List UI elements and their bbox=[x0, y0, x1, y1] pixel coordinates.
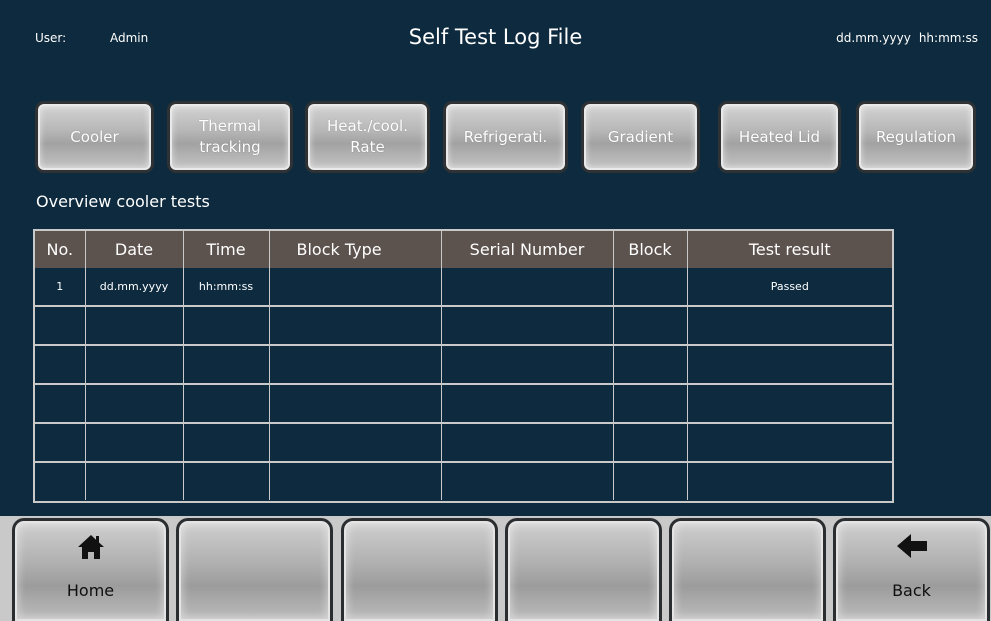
cell-block bbox=[612, 268, 687, 306]
cell-block-type bbox=[268, 461, 441, 500]
cell-block-type bbox=[268, 422, 441, 462]
arrow-left-icon bbox=[836, 533, 987, 561]
blank-button-4[interactable] bbox=[669, 518, 826, 621]
tab-heat-cool-rate[interactable]: Heat./cool. Rate bbox=[305, 101, 430, 173]
table-row[interactable] bbox=[35, 461, 892, 500]
cell-serial-number bbox=[440, 268, 613, 306]
tab-heated-lid[interactable]: Heated Lid bbox=[718, 101, 841, 173]
cell-block bbox=[612, 344, 687, 384]
cell-test-result bbox=[686, 344, 892, 384]
cell-no bbox=[35, 422, 85, 462]
cell-date bbox=[84, 344, 183, 384]
cell-time bbox=[182, 461, 269, 500]
column-header-no[interactable]: No. bbox=[35, 231, 85, 268]
cell-test-result bbox=[686, 422, 892, 462]
tab-label: Thermal tracking bbox=[199, 117, 261, 156]
cell-serial-number bbox=[440, 305, 613, 345]
date-value: dd.mm.yyyy bbox=[836, 31, 911, 45]
tab-refrigeration[interactable]: Refrigerati. bbox=[443, 101, 568, 173]
cell-date bbox=[84, 305, 183, 345]
column-header-serial-number[interactable]: Serial Number bbox=[440, 231, 613, 268]
cell-test-result bbox=[686, 305, 892, 345]
cell-block bbox=[612, 422, 687, 462]
cell-date: dd.mm.yyyy bbox=[84, 268, 183, 306]
table-row[interactable] bbox=[35, 344, 892, 384]
cell-time bbox=[182, 344, 269, 384]
cell-serial-number bbox=[440, 461, 613, 500]
cell-date bbox=[84, 422, 183, 462]
cell-no bbox=[35, 461, 85, 500]
home-button[interactable]: Home bbox=[12, 518, 169, 621]
column-header-test-result[interactable]: Test result bbox=[686, 231, 892, 268]
cell-time: hh:mm:ss bbox=[182, 268, 269, 306]
tab-label: Heat./cool. Rate bbox=[327, 117, 408, 156]
tab-label: Heated Lid bbox=[738, 127, 821, 146]
cell-test-result: Passed bbox=[686, 268, 892, 306]
tab-label: Gradient bbox=[607, 127, 674, 146]
blank-button-3[interactable] bbox=[505, 518, 662, 621]
cell-time bbox=[182, 383, 269, 423]
table-header-row: No. Date Time Block Type Serial Number B… bbox=[35, 231, 892, 268]
cell-date bbox=[84, 383, 183, 423]
cell-block-type bbox=[268, 305, 441, 345]
column-header-block-type[interactable]: Block Type bbox=[268, 231, 441, 268]
tab-regulation[interactable]: Regulation bbox=[856, 101, 976, 173]
cell-serial-number bbox=[440, 383, 613, 423]
cell-time bbox=[182, 305, 269, 345]
cell-time bbox=[182, 422, 269, 462]
table-row[interactable] bbox=[35, 422, 892, 462]
cell-block-type bbox=[268, 383, 441, 423]
tab-label: Regulation bbox=[875, 127, 957, 146]
cell-no bbox=[35, 344, 85, 384]
cell-no: 1 bbox=[56, 280, 64, 293]
section-title: Overview cooler tests bbox=[36, 192, 210, 211]
tab-thermal-tracking[interactable]: Thermal tracking bbox=[167, 101, 293, 173]
header-bar: User: Admin Self Test Log File dd.mm.yyy… bbox=[0, 0, 991, 80]
cell-no bbox=[35, 305, 85, 345]
cell-test-result bbox=[686, 461, 892, 500]
cooler-tests-table: No. Date Time Block Type Serial Number B… bbox=[33, 229, 894, 503]
cell-test-result bbox=[686, 383, 892, 423]
column-header-time[interactable]: Time bbox=[182, 231, 269, 268]
cell-serial-number bbox=[440, 344, 613, 384]
cell-block bbox=[612, 383, 687, 423]
tab-label: Refrigerati. bbox=[463, 127, 548, 146]
home-button-label: Home bbox=[66, 581, 115, 600]
table-row[interactable] bbox=[35, 383, 892, 423]
blank-button-1[interactable] bbox=[176, 518, 333, 621]
column-header-block[interactable]: Block bbox=[612, 231, 687, 268]
date-time: dd.mm.yyyy hh:mm:ss bbox=[836, 31, 978, 45]
tab-gradient[interactable]: Gradient bbox=[581, 101, 700, 173]
home-icon bbox=[15, 533, 166, 561]
cell-block bbox=[612, 461, 687, 500]
cell-no bbox=[35, 383, 85, 423]
back-button-label: Back bbox=[892, 581, 931, 600]
cell-block-type bbox=[268, 344, 441, 384]
tab-cooler[interactable]: Cooler bbox=[35, 101, 154, 173]
blank-button-2[interactable] bbox=[341, 518, 498, 621]
cell-date bbox=[84, 461, 183, 500]
tab-label: Cooler bbox=[70, 127, 119, 146]
cell-serial-number bbox=[440, 422, 613, 462]
cell-block bbox=[612, 305, 687, 345]
cell-block-type bbox=[268, 268, 441, 306]
back-button[interactable]: Back bbox=[833, 518, 990, 621]
table-row[interactable] bbox=[35, 305, 892, 345]
column-header-date[interactable]: Date bbox=[84, 231, 183, 268]
table-row[interactable]: 1 dd.mm.yyyy hh:mm:ss Passed bbox=[35, 268, 892, 306]
time-value: hh:mm:ss bbox=[918, 31, 978, 45]
